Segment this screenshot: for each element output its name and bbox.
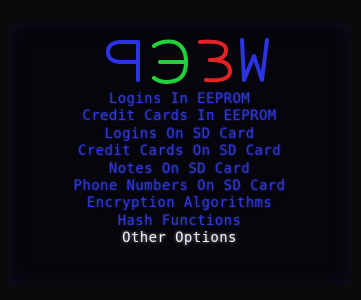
menu-item-logins-eeprom[interactable]: Logins In EEPROM xyxy=(8,91,351,108)
menu-item-phone-numbers-sd[interactable]: Phone Numbers On SD Card xyxy=(8,178,351,195)
menu-item-credit-cards-eeprom[interactable]: Credit Cards In EEPROM xyxy=(8,108,351,125)
logo xyxy=(106,38,269,84)
logo-glyph-2 xyxy=(152,39,188,84)
menu-item-logins-sd[interactable]: Logins On SD Card xyxy=(8,126,351,143)
logo-glyph-1 xyxy=(106,40,140,82)
menu-item-notes-sd[interactable]: Notes On SD Card xyxy=(8,161,351,178)
logo-glyph-3 xyxy=(198,39,232,83)
logo-glyph-4 xyxy=(240,38,269,82)
menu-item-encryption-algorithms[interactable]: Encryption Algorithms xyxy=(8,195,351,212)
menu-item-credit-cards-sd[interactable]: Credit Cards On SD Card xyxy=(8,143,351,160)
main-menu: Logins In EEPROM Credit Cards In EEPROM … xyxy=(8,91,351,248)
display-screen: Logins In EEPROM Credit Cards In EEPROM … xyxy=(8,22,351,286)
menu-item-hash-functions[interactable]: Hash Functions xyxy=(8,213,351,230)
device-bezel: Logins In EEPROM Credit Cards In EEPROM … xyxy=(0,0,361,300)
menu-item-other-options[interactable]: Other Options xyxy=(8,230,351,247)
